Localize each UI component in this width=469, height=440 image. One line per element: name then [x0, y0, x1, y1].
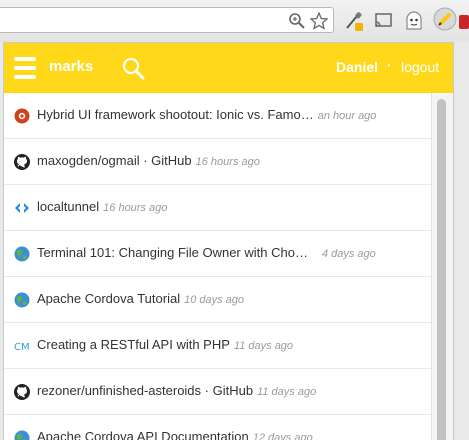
list-item[interactable]: Apache Cordova API Documentation 12 days …: [4, 415, 431, 440]
bookmark-title: Apache Cordova Tutorial: [37, 291, 181, 306]
bookmark-title: Terminal 101: Changing File Owner with C…: [37, 245, 308, 260]
ionic-logo-icon: [14, 108, 30, 124]
address-bar[interactable]: [0, 7, 334, 33]
username-label: Daniel: [336, 59, 379, 75]
bookmark-time: 11 days ago: [233, 340, 294, 352]
bookmark-time: 11 days ago: [257, 386, 317, 398]
hamburger-menu-icon[interactable]: [14, 57, 36, 79]
list-item[interactable]: CM Creating a RESTful API with PHP 11 day…: [4, 323, 431, 369]
bookmark-time: 4 days ago: [321, 248, 376, 260]
bookmark-title: localtunnel: [37, 199, 100, 214]
zoom-icon[interactable]: [288, 12, 306, 30]
popup-header: marks Daniel · logout: [4, 43, 453, 93]
list-item[interactable]: rezoner/unfinished-asteroids · GitHub 11 …: [4, 369, 431, 415]
logout-link[interactable]: logout: [401, 59, 439, 75]
window-edge: [455, 42, 469, 440]
bookmark-star-icon[interactable]: [309, 11, 329, 30]
list-item[interactable]: Apache Cordova Tutorial 10 days ago: [4, 277, 431, 323]
list-item[interactable]: Terminal 101: Changing File Owner with C…: [4, 231, 431, 277]
github-icon: [14, 154, 30, 170]
bookmark-time: 16 hours ago: [103, 202, 168, 214]
bookmark-title: rezoner/unfinished-asteroids · GitHub: [37, 383, 254, 398]
localtunnel-icon: [14, 200, 30, 216]
bookmark-time: 10 days ago: [184, 294, 245, 306]
bookmark-time: 16 hours ago: [195, 156, 260, 168]
header-separator: ·: [387, 57, 392, 73]
cast-icon[interactable]: [374, 10, 394, 32]
bookmark-time: an hour ago: [317, 110, 377, 122]
list-item[interactable]: maxogden/ogmail · GitHub 16 hours ago: [4, 139, 431, 185]
list-item[interactable]: Hybrid UI framework shootout: Ionic vs. …: [4, 93, 431, 139]
globe-icon: [14, 246, 30, 262]
bookmark-title: maxogden/ogmail · GitHub: [37, 153, 192, 168]
scrollbar[interactable]: [431, 93, 453, 440]
marks-extension-icon[interactable]: [433, 7, 457, 31]
bookmark-time: 12 days ago: [252, 432, 313, 440]
list-item[interactable]: localtunnel 16 hours ago: [4, 185, 431, 231]
search-icon[interactable]: [121, 56, 145, 80]
github-icon: [14, 384, 30, 400]
svg-text:CM: CM: [14, 342, 30, 353]
bookmark-list: Hybrid UI framework shootout: Ionic vs. …: [4, 93, 431, 440]
scrollbar-thumb[interactable]: [437, 99, 446, 440]
globe-icon: [14, 430, 30, 440]
bookmark-title: Creating a RESTful API with PHP: [37, 337, 230, 352]
brand-title: marks: [49, 58, 94, 75]
red-extension-icon[interactable]: [459, 15, 469, 29]
bookmark-title: Hybrid UI framework shootout: Ionic vs. …: [37, 107, 314, 122]
cm-icon: CM: [14, 338, 30, 354]
bookmark-title: Apache Cordova API Documentation: [37, 429, 249, 440]
ghost-extension-icon[interactable]: [404, 10, 424, 32]
marks-popup: marks Daniel · logout Hybrid UI framewor…: [3, 42, 454, 440]
globe-icon: [14, 292, 30, 308]
browser-toolbar: [0, 0, 469, 42]
eyedropper-extension-icon[interactable]: [344, 10, 364, 32]
